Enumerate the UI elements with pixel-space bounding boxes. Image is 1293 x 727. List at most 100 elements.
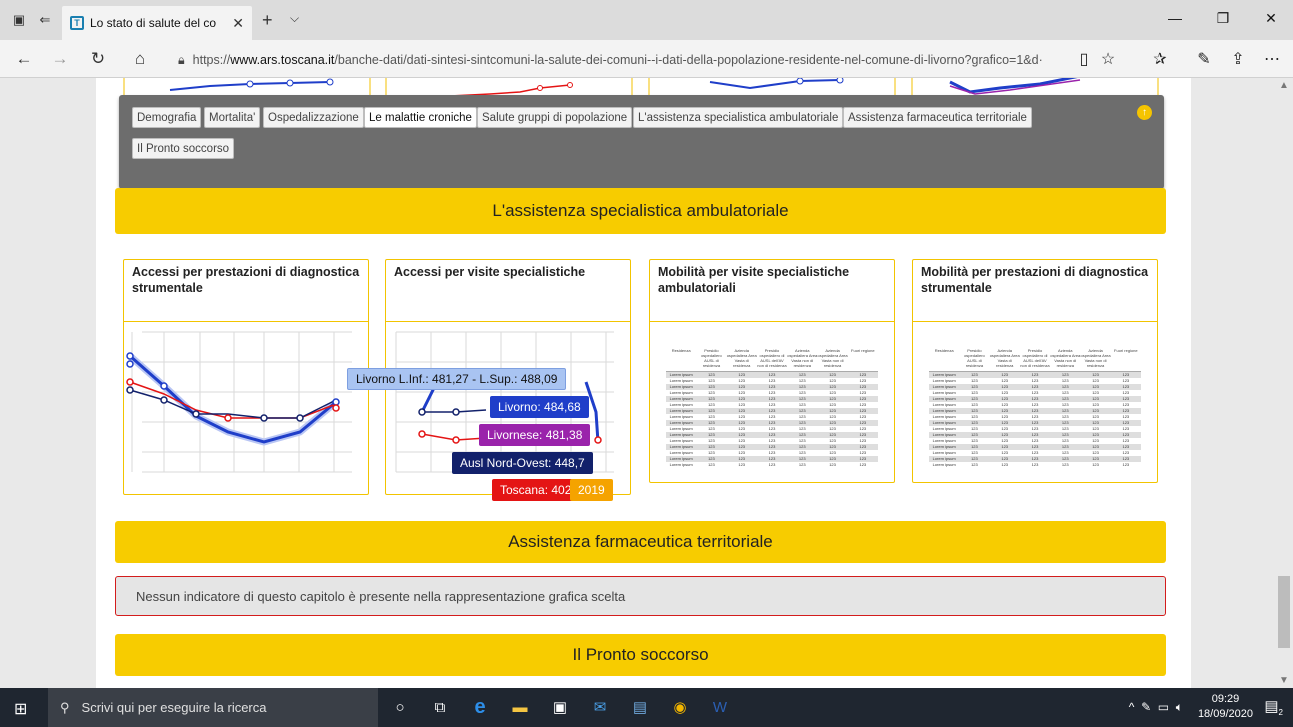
table-row: Lorem ipsum 123 123 123 123 123 123 [669, 462, 867, 467]
chart-point[interactable] [126, 360, 134, 368]
share-icon[interactable]: ⇪ [1226, 49, 1250, 69]
favorite-star-icon[interactable]: ☆ [1096, 49, 1120, 69]
site-favicon-icon: T [70, 16, 84, 30]
menu-item-mortalita[interactable]: Mortalita' [204, 107, 261, 128]
url-field[interactable]: 🔒︎ https://www.ars.toscana.it/banche-dat… [178, 49, 1068, 71]
chart-point[interactable] [224, 414, 232, 422]
menu-item-demografia[interactable]: Demografia [132, 107, 202, 128]
chart-point[interactable] [452, 436, 460, 444]
panel-mobilita-diagnostica: Mobilità per prestazioni di diagnostica … [912, 259, 1158, 483]
search-icon: ⚲ [60, 699, 70, 715]
panel-table: Residenza Presidio ospedaliero AUSL di re… [650, 322, 894, 482]
task-view-icon[interactable]: ⧉ [428, 696, 452, 718]
favorites-list-icon[interactable]: ✰ [1148, 49, 1172, 69]
lock-icon: 🔒︎ [178, 52, 185, 67]
cortana-icon[interactable]: ○ [388, 696, 412, 718]
system-tray[interactable]: ^ ✎ ▭ 🔈︎ [1129, 700, 1183, 715]
tooltip-ausl: Ausl Nord-Ovest: 448,7 [452, 452, 593, 474]
menu-item-farmaceutica[interactable]: Assistenza farmaceutica territoriale [843, 107, 1032, 128]
reading-view-icon[interactable]: ▯ [1072, 49, 1096, 69]
file-explorer-icon[interactable]: ▬ [508, 696, 532, 718]
tab-actions-icon[interactable]: ▣ [8, 10, 30, 30]
home-icon[interactable]: ⌂ [128, 49, 152, 69]
notifications-icon[interactable]: ▤2 [1264, 697, 1283, 717]
clock[interactable]: 09:29 18/09/2020 [1198, 692, 1253, 722]
menu-item-salute-gruppi[interactable]: Salute gruppi di popolazione [477, 107, 633, 128]
section-specialistica: L'assistenza specialistica ambulatoriale [115, 188, 1166, 234]
restore-icon[interactable]: ❐ [1208, 10, 1238, 27]
chevron-down-icon[interactable]: ⌵ [290, 11, 299, 26]
more-icon[interactable]: ⋯ [1260, 49, 1284, 69]
tab-back-icon[interactable]: ⇐ [34, 10, 56, 30]
close-tab-icon[interactable]: ✕ [232, 15, 244, 32]
chart-point[interactable] [332, 404, 340, 412]
browser-tab[interactable]: T Lo stato di salute del co ✕ [62, 6, 252, 40]
table-row: Lorem ipsum 123 123 123 123 123 123 [932, 462, 1130, 467]
menu-item-malattie-croniche[interactable]: Le malattie croniche [364, 107, 477, 128]
clock-date: 18/09/2020 [1197, 708, 1253, 720]
chart-point[interactable] [594, 436, 602, 444]
new-tab-icon[interactable]: + [262, 10, 273, 31]
chart-point[interactable] [192, 410, 200, 418]
arrow-up-icon[interactable]: ↑ [1137, 105, 1152, 120]
photos-icon[interactable]: ▤ [628, 696, 652, 718]
top-chart-point [286, 79, 294, 87]
chart-point[interactable] [126, 352, 134, 360]
chart-svg [126, 331, 352, 473]
chart-point[interactable] [126, 386, 134, 394]
word-icon[interactable]: W [708, 696, 732, 718]
forward-icon[interactable]: → [48, 49, 72, 69]
scrollbar[interactable]: ▲ ▼ [1275, 78, 1293, 688]
panel-title: Accessi per visite specialistiche [386, 260, 630, 322]
pen-icon[interactable]: ✎ [1192, 49, 1216, 69]
top-chart-point [836, 78, 844, 84]
address-bar: ← → ↻ ⌂ 🔒︎ https://www.ars.toscana.it/ba… [0, 40, 1293, 78]
chart-point[interactable] [452, 408, 460, 416]
menu-item-ospedalizzazione[interactable]: Ospedalizzazione [263, 107, 364, 128]
notification-count: 2 [1278, 708, 1283, 717]
menu-item-pronto-soccorso[interactable]: Il Pronto soccorso [132, 138, 235, 159]
menu-item-specialistica[interactable]: L'assistenza specialistica ambulatoriale [633, 107, 844, 128]
chart-point[interactable] [296, 414, 304, 422]
taskbar: ⊞ ⚲ Scrivi qui per eseguire la ricerca ○… [0, 688, 1293, 727]
tooltip-interval: Livorno L.Inf.: 481,27 - L.Sup.: 488,09 [347, 368, 567, 390]
chart-point[interactable] [160, 396, 168, 404]
chart-point[interactable] [160, 382, 168, 390]
chart-point[interactable] [126, 378, 134, 386]
panel-table: Residenza Presidio ospedaliero AUSL di re… [913, 322, 1157, 482]
chart-point[interactable] [418, 430, 426, 438]
top-chart-box [648, 78, 896, 97]
scroll-down-icon[interactable]: ▼ [1279, 675, 1289, 686]
mobility-table: Residenza Presidio ospedaliero AUSL di re… [929, 344, 1141, 468]
panel-title: Accessi per prestazioni di diagnostica s… [124, 260, 368, 322]
page-viewport: Demografia Mortalita' Ospedalizzazione L… [0, 78, 1293, 688]
table-header: Residenza Presidio ospedaliero AUSL di re… [666, 344, 878, 372]
top-chart-point [246, 80, 254, 88]
taskbar-search[interactable]: ⚲ Scrivi qui per eseguire la ricerca [48, 688, 378, 727]
clock-time: 09:29 [1211, 693, 1240, 705]
series-ausl [129, 389, 337, 419]
back-icon[interactable]: ← [12, 49, 36, 69]
store-icon[interactable]: ▣ [548, 696, 572, 718]
panel-title: Mobilità per visite specialistiche ambul… [650, 260, 894, 322]
tab-title: Lo stato di salute del co [90, 16, 217, 30]
windows-start-icon[interactable]: ⊞ [14, 699, 27, 719]
chapter-menu: Demografia Mortalita' Ospedalizzazione L… [119, 95, 1164, 189]
chart-point[interactable] [418, 408, 426, 416]
minimize-icon[interactable]: — [1160, 10, 1190, 26]
close-window-icon[interactable]: ✕ [1256, 10, 1286, 27]
table-rows: Lorem ipsum 123 123 123 123 123 123 Lorem ipsu… [666, 372, 878, 468]
refresh-icon[interactable]: ↻ [86, 49, 110, 69]
chart-point[interactable] [260, 414, 268, 422]
chart-point[interactable] [332, 398, 340, 406]
mail-icon[interactable]: ✉ [588, 696, 612, 718]
edge-icon[interactable]: e [468, 696, 492, 718]
section-pronto-soccorso: Il Pronto soccorso [115, 634, 1166, 676]
table-header: Residenza Presidio ospedaliero AUSL di re… [929, 344, 1141, 372]
scroll-thumb[interactable] [1278, 576, 1290, 648]
chrome-icon[interactable]: ◉ [668, 696, 692, 718]
search-placeholder: Scrivi qui per eseguire la ricerca [81, 700, 267, 715]
top-chart-point [796, 78, 804, 85]
tooltip-year: 2019 [570, 479, 613, 501]
scroll-up-icon[interactable]: ▲ [1279, 80, 1289, 91]
